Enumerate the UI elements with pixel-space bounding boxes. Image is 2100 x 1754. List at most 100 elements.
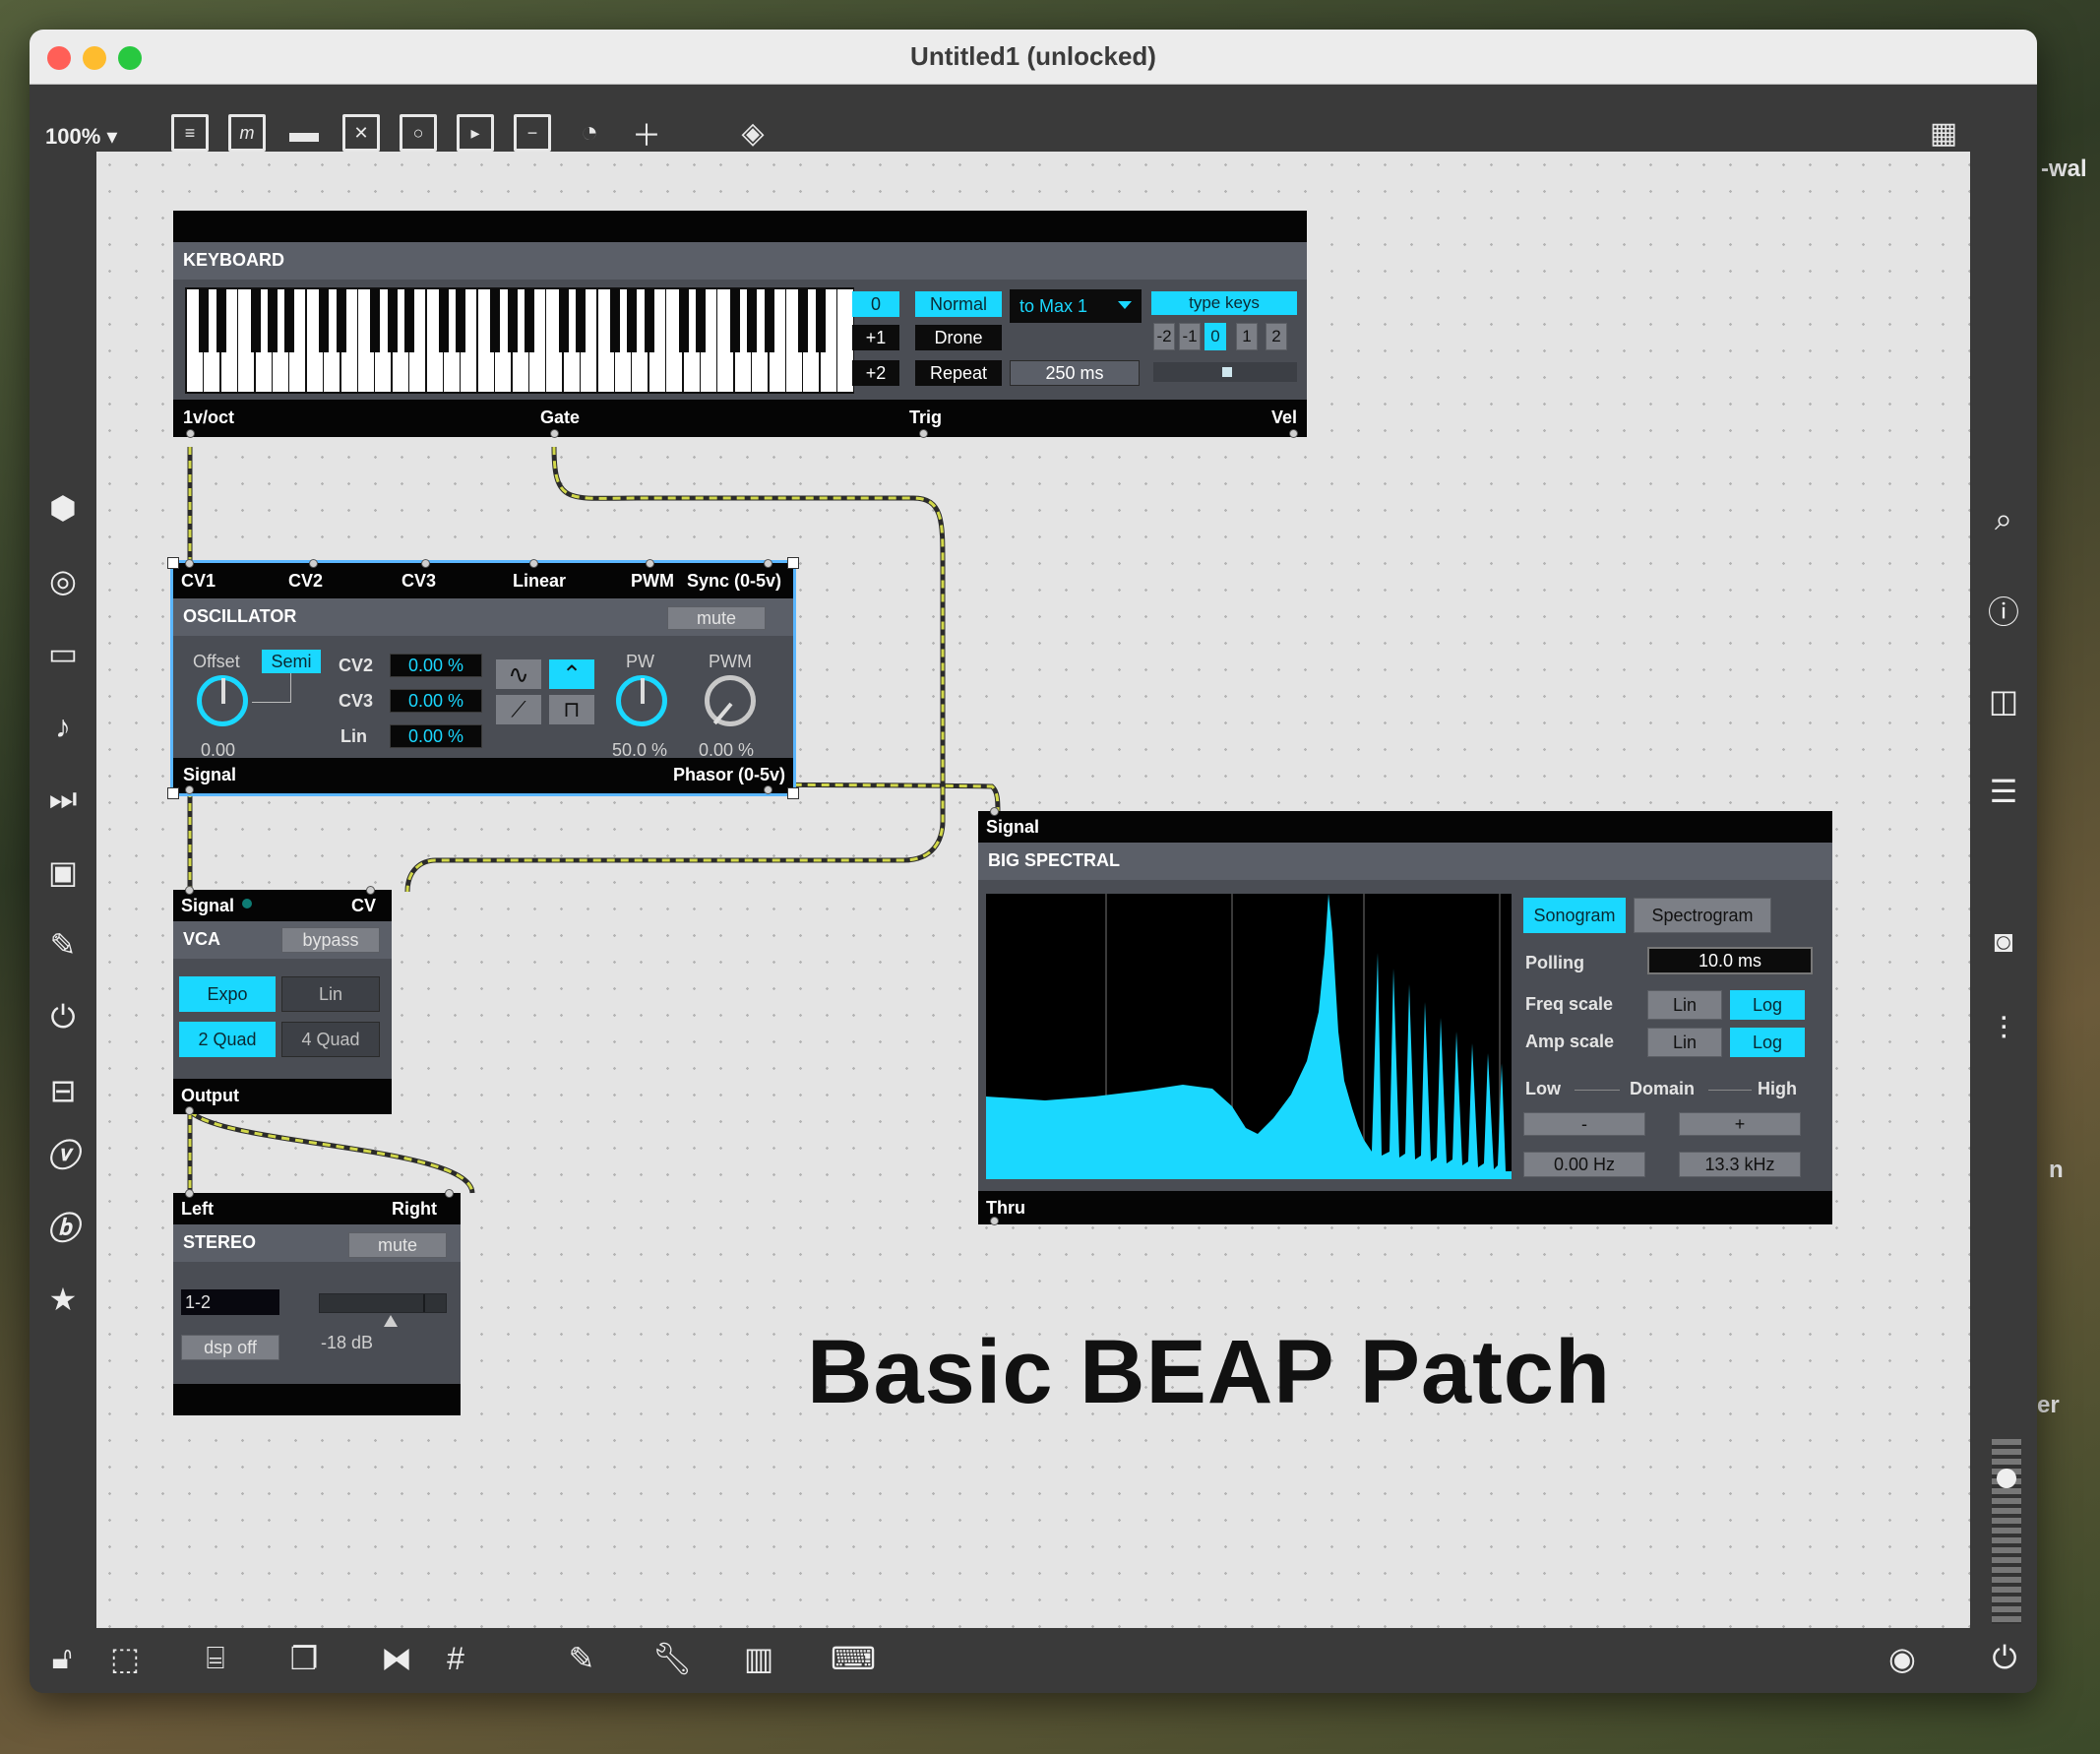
octave-value-0[interactable]: 0 (852, 291, 899, 317)
mute-button[interactable]: mute (348, 1232, 447, 1258)
spectrum-display[interactable] (986, 894, 1512, 1179)
outlet-port[interactable] (919, 429, 928, 438)
presentation-mode-icon[interactable]: ⌸ (193, 1636, 238, 1681)
semi-toggle[interactable]: Semi (262, 650, 321, 673)
power-icon[interactable]: ⏻ (1982, 1636, 2027, 1681)
mute-button[interactable]: mute (667, 606, 766, 630)
new-object-icon[interactable]: ✎ (559, 1636, 604, 1681)
outlet-port[interactable] (185, 785, 194, 794)
piano-black-key[interactable] (576, 289, 587, 352)
lin-amount-field[interactable]: 0.00 % (390, 724, 482, 748)
square-wave-icon[interactable]: ⊓ (549, 695, 594, 724)
piano-black-key[interactable] (798, 289, 809, 352)
selection-handle[interactable] (787, 787, 799, 799)
inlet-port[interactable] (445, 1189, 454, 1198)
info-icon[interactable]: ⓘ (1980, 587, 2027, 634)
outlet-port[interactable] (1289, 429, 1298, 438)
layers-icon[interactable]: ❐ (281, 1636, 327, 1681)
piano-black-key[interactable] (610, 289, 620, 352)
grid-view-icon[interactable]: ▦ (1925, 114, 1962, 152)
paperclip-icon[interactable]: ✎ (39, 921, 87, 969)
piano-black-key[interactable] (387, 289, 398, 352)
triangle-wave-icon[interactable]: ⌃ (549, 659, 594, 689)
inlet-port[interactable] (529, 559, 538, 568)
plug-icon[interactable]: ⏻ (39, 994, 87, 1041)
piano-icon[interactable]: ▥ (736, 1636, 781, 1681)
debug-icon[interactable]: ⧓ (374, 1636, 419, 1681)
four-quad-button[interactable]: 4 Quad (281, 1022, 380, 1057)
channel-menu[interactable]: 1-2 (181, 1289, 279, 1315)
target-icon[interactable]: ◎ (39, 557, 87, 604)
cv3-amount-field[interactable]: 0.00 % (390, 689, 482, 713)
image-icon[interactable]: ▣ (39, 848, 87, 896)
piano-black-key[interactable] (439, 289, 449, 352)
key-indicator-slider[interactable] (1153, 362, 1297, 382)
dsp-toggle[interactable]: dsp off (181, 1335, 279, 1360)
film-icon[interactable]: ▭ (39, 630, 87, 677)
selection-handle[interactable] (787, 557, 799, 569)
piano-black-key[interactable] (456, 289, 466, 352)
big-spectral-module[interactable]: Signal BIG SPECTRAL Sonogram Spectrogram (978, 807, 1832, 1225)
selection-handle[interactable] (167, 557, 179, 569)
piano-black-key[interactable] (729, 289, 740, 352)
volume-slider-thumb[interactable] (1997, 1469, 2016, 1488)
mode-drone-button[interactable]: Drone (915, 325, 1002, 350)
playback-object-icon[interactable]: ▸ (457, 114, 494, 164)
octave-select-minus2[interactable]: -2 (1153, 323, 1175, 350)
keyboard-icon[interactable]: ⌨ (831, 1636, 876, 1681)
piano-black-key[interactable] (747, 289, 758, 352)
pw-knob[interactable] (616, 675, 667, 726)
wrench-icon[interactable]: 🔧︎ (649, 1636, 695, 1681)
octave-value-plus1[interactable]: +1 (852, 325, 899, 350)
inlet-port[interactable] (185, 886, 194, 895)
two-quad-button[interactable]: 2 Quad (179, 1022, 276, 1057)
object-box-icon[interactable]: ≡ (171, 114, 209, 152)
cv2-amount-field[interactable]: 0.00 % (390, 654, 482, 677)
zoom-menu[interactable]: 100% ▾ (45, 124, 117, 150)
add-object-icon[interactable]: ＋ (628, 114, 665, 167)
octave-value-plus2[interactable]: +2 (852, 360, 899, 386)
amp-lin-button[interactable]: Lin (1647, 1028, 1722, 1057)
presentation-select-icon[interactable]: ⬚ (102, 1636, 148, 1681)
lin-button[interactable]: Lin (281, 976, 380, 1012)
expo-button[interactable]: Expo (179, 976, 276, 1012)
star-icon[interactable]: ★ (39, 1276, 87, 1323)
outlet-port[interactable] (185, 1106, 194, 1115)
sonogram-button[interactable]: Sonogram (1523, 898, 1626, 933)
oscillator-module[interactable]: CV1 CV2 CV3 Linear PWM Sync (0-5v) OSCIL… (167, 557, 799, 799)
domain-high-field[interactable]: 13.3 kHz (1679, 1152, 1801, 1177)
button-object-icon[interactable]: ✕ (342, 114, 380, 152)
mode-normal-button[interactable]: Normal (915, 291, 1002, 317)
connector-icon[interactable]: ⊟ (39, 1067, 87, 1114)
octave-select-2[interactable]: 2 (1266, 323, 1287, 350)
stereo-module[interactable]: Left Right STEREO mute 1-2 dsp off -18 d… (173, 1189, 461, 1415)
piano-black-key[interactable] (815, 289, 826, 352)
inlet-port[interactable] (185, 559, 194, 568)
piano-black-key[interactable] (558, 289, 569, 352)
octave-select-1[interactable]: 1 (1236, 323, 1258, 350)
audio-play-icon[interactable]: ◉ (1880, 1636, 1925, 1681)
grid-icon[interactable]: # (433, 1636, 478, 1681)
toggle-object-icon[interactable]: ○ (400, 114, 437, 164)
minimize-button[interactable] (83, 46, 106, 70)
octave-select-0[interactable]: 0 (1204, 323, 1226, 350)
domain-low-field[interactable]: 0.00 Hz (1523, 1152, 1645, 1177)
type-keys-toggle[interactable]: type keys (1151, 291, 1297, 315)
piano-keyboard[interactable] (185, 287, 854, 394)
inlet-port[interactable] (990, 807, 999, 816)
piano-black-key[interactable] (490, 289, 501, 352)
outlet-port[interactable] (550, 429, 559, 438)
comment-icon[interactable]: ▬ (285, 114, 323, 152)
inlet-port[interactable] (421, 559, 430, 568)
b-package-icon[interactable]: ⓑ (39, 1203, 87, 1250)
piano-white-key[interactable] (837, 289, 854, 392)
dial-object-icon[interactable]: ◔ (571, 114, 608, 167)
domain-low-decrement[interactable]: - (1523, 1112, 1645, 1136)
selection-handle[interactable] (167, 787, 179, 799)
polling-field[interactable]: 10.0 ms (1647, 947, 1813, 974)
lock-icon[interactable]: 🔓︎ (39, 1636, 85, 1681)
paint-bucket-icon[interactable]: ◈ (734, 114, 772, 152)
music-note-icon[interactable]: ♪ (39, 703, 87, 750)
outlet-port[interactable] (764, 785, 772, 794)
domain-high-increment[interactable]: + (1679, 1112, 1801, 1136)
